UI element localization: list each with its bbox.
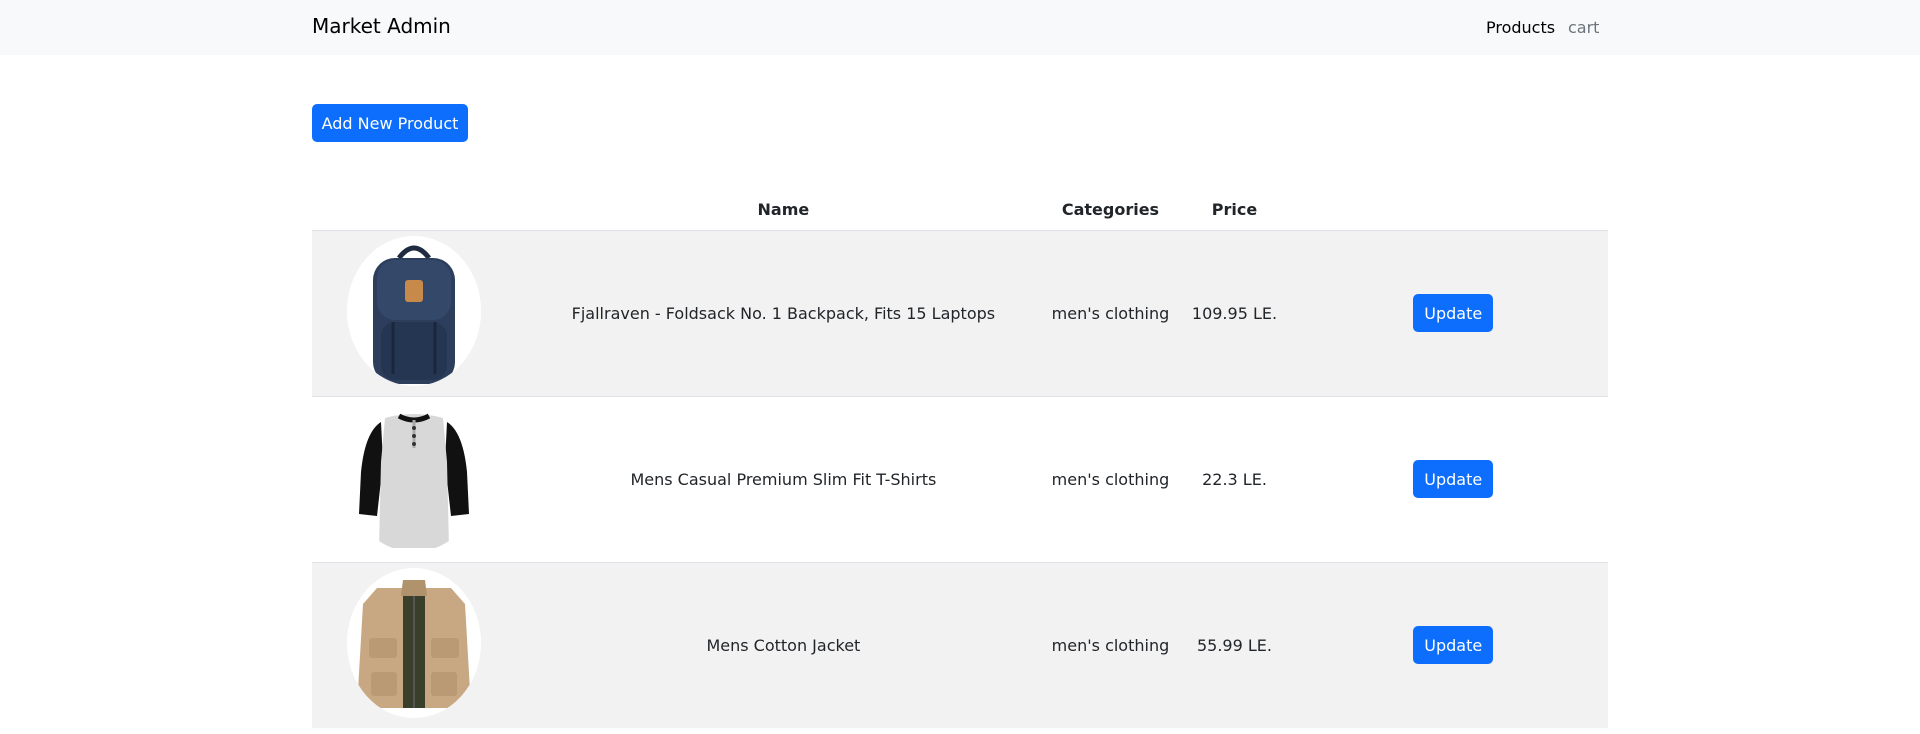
product-price: 109.95 LE. (1191, 303, 1278, 323)
brand-link[interactable]: Market Admin (312, 14, 451, 38)
product-name: Mens Cotton Jacket (706, 635, 861, 655)
update-button[interactable]: Update (1413, 294, 1494, 332)
action-cell: Update (1299, 562, 1608, 728)
table-row: Mens Casual Premium Slim Fit T-Shirts me… (312, 396, 1608, 562)
update-button[interactable]: Update (1413, 626, 1494, 665)
jacket-image (347, 568, 482, 719)
update-button[interactable]: Update (1413, 460, 1494, 498)
product-price: 22.3 LE. (1202, 469, 1267, 489)
header-action (1299, 190, 1608, 230)
table-header-row: Name Categories Price (312, 190, 1608, 230)
action-cell: Update (1299, 230, 1608, 396)
header-image (312, 190, 516, 230)
products-table: Name Categories Price Fjallraven - Folds… (312, 190, 1608, 728)
product-name: Fjallraven - Foldsack No. 1 Backpack, Fi… (571, 303, 996, 323)
backpack-image (347, 236, 482, 386)
t-shirt-image (347, 402, 482, 552)
header-name: Name (757, 200, 810, 220)
product-image-cell (312, 396, 516, 562)
table-row: Fjallraven - Foldsack No. 1 Backpack, Fi… (312, 230, 1608, 396)
table-row: Mens Cotton Jacket men's clothing 55.99 … (312, 562, 1608, 728)
product-image-cell (312, 562, 516, 728)
header-categories: Categories (1061, 200, 1160, 220)
header-price: Price (1211, 200, 1258, 220)
product-category: men's clothing (1051, 469, 1170, 489)
nav-products-link[interactable]: Products (1486, 18, 1555, 37)
product-category: men's clothing (1051, 635, 1170, 655)
product-category: men's clothing (1051, 303, 1170, 323)
navbar: Market Admin Products cart (0, 0, 1920, 55)
product-price: 55.99 LE. (1196, 635, 1272, 655)
add-new-product-button[interactable]: Add New Product (312, 104, 468, 142)
product-name: Mens Casual Premium Slim Fit T-Shirts (630, 469, 937, 489)
action-cell: Update (1299, 396, 1608, 562)
product-image-cell (312, 230, 516, 396)
nav-cart-link[interactable]: cart (1568, 18, 1599, 37)
